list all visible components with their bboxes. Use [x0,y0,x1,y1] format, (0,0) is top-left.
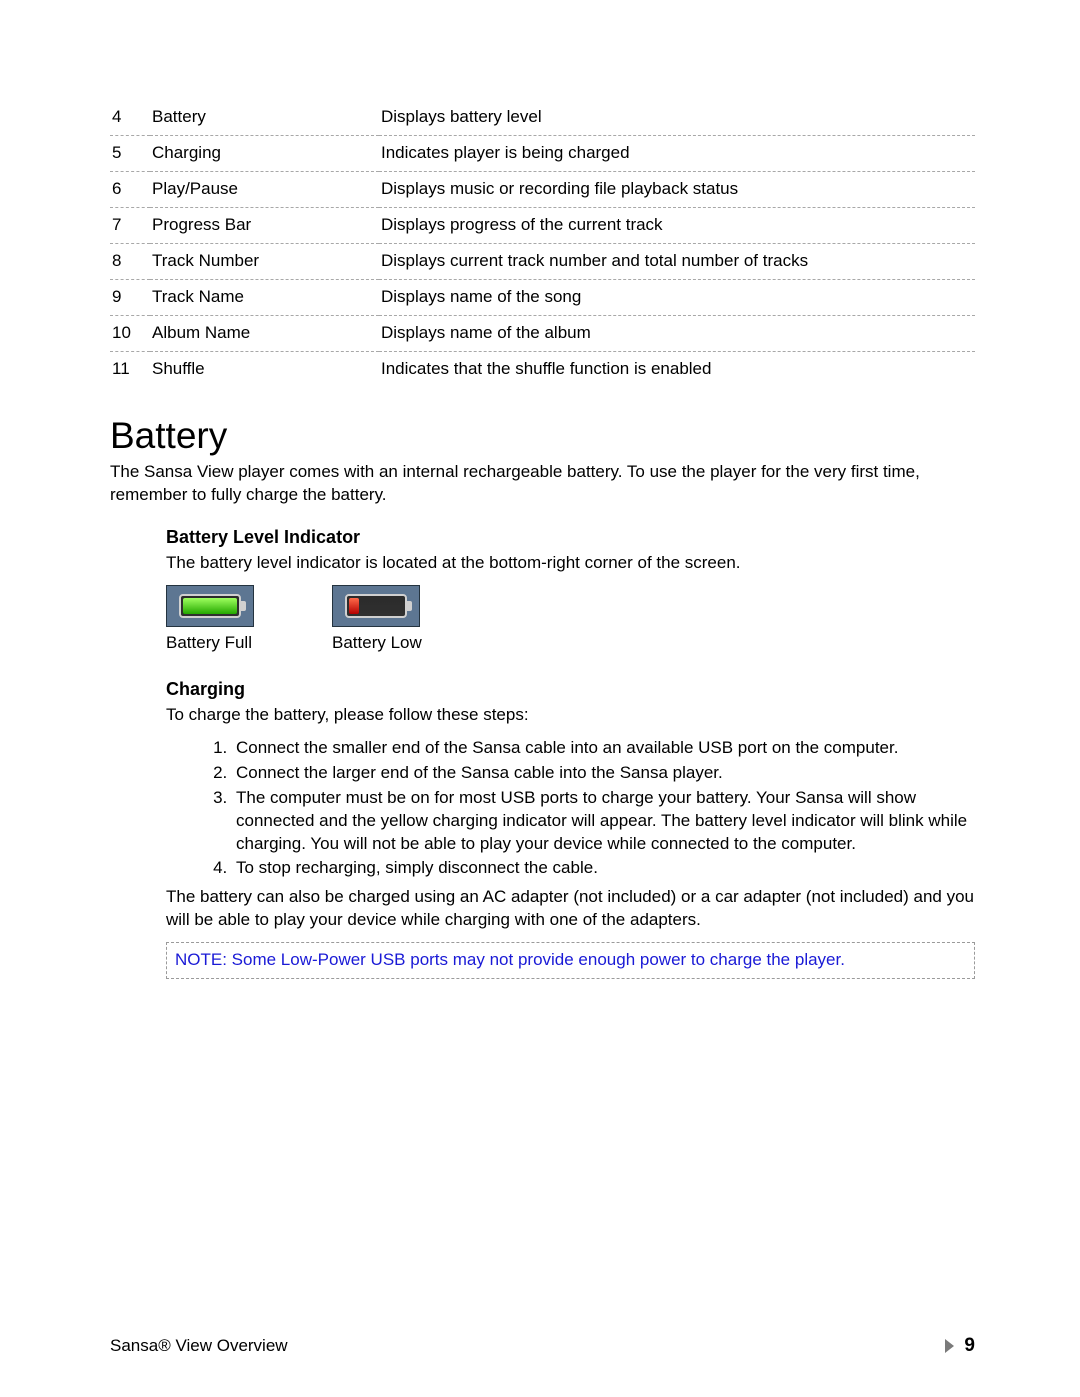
table-row: 10 Album Name Displays name of the album [110,316,975,352]
section-intro: The Sansa View player comes with an inte… [110,461,975,507]
row-name: Track Name [150,280,379,316]
list-item: To stop recharging, simply disconnect th… [232,857,975,880]
row-number: 4 [110,100,150,136]
charging-intro: To charge the battery, please follow the… [166,704,975,727]
battery-shell-icon [345,594,407,618]
row-number: 11 [110,352,150,388]
row-name: Album Name [150,316,379,352]
list-item: Connect the larger end of the Sansa cabl… [232,762,975,785]
battery-fill-full-icon [183,598,237,614]
battery-full-icon [166,585,254,627]
row-number: 7 [110,208,150,244]
features-table-body: 4 Battery Displays battery level 5 Charg… [110,100,975,387]
table-row: 8 Track Number Displays current track nu… [110,244,975,280]
row-description: Indicates that the shuffle function is e… [379,352,975,388]
battery-shell-icon [179,594,241,618]
row-number: 5 [110,136,150,172]
row-description: Displays name of the song [379,280,975,316]
row-description: Displays name of the album [379,316,975,352]
row-name: Battery [150,100,379,136]
charging-outro: The battery can also be charged using an… [166,886,975,932]
row-number: 9 [110,280,150,316]
charging-steps-list: Connect the smaller end of the Sansa cab… [166,737,975,881]
row-name: Shuffle [150,352,379,388]
page-footer: Sansa® View Overview 9 [110,1335,975,1357]
row-name: Track Number [150,244,379,280]
indicator-heading: Battery Level Indicator [166,527,975,548]
row-name: Charging [150,136,379,172]
table-row: 9 Track Name Displays name of the song [110,280,975,316]
row-name: Progress Bar [150,208,379,244]
list-item: The computer must be on for most USB por… [232,787,975,856]
battery-full-caption: Battery Full [166,633,252,653]
indicator-body: The battery level indicator is located a… [166,552,975,575]
features-table: 4 Battery Displays battery level 5 Charg… [110,100,975,387]
page-number: 9 [964,1335,975,1357]
battery-full-item: Battery Full [166,585,254,653]
table-row: 4 Battery Displays battery level [110,100,975,136]
table-row: 7 Progress Bar Displays progress of the … [110,208,975,244]
row-description: Indicates player is being charged [379,136,975,172]
battery-icons-row: Battery Full Battery Low [166,585,975,653]
note-box: NOTE: Some Low-Power USB ports may not p… [166,942,975,979]
battery-low-item: Battery Low [332,585,422,653]
table-row: 6 Play/Pause Displays music or recording… [110,172,975,208]
table-row: 5 Charging Indicates player is being cha… [110,136,975,172]
footer-left-text: Sansa® View Overview [110,1336,288,1356]
row-description: Displays current track number and total … [379,244,975,280]
battery-indicator-block: Battery Level Indicator The battery leve… [110,527,975,979]
battery-fill-low-icon [349,598,359,614]
row-number: 8 [110,244,150,280]
footer-right: 9 [945,1335,975,1357]
charging-heading: Charging [166,679,975,700]
row-description: Displays battery level [379,100,975,136]
row-number: 6 [110,172,150,208]
section-heading-battery: Battery [110,415,975,457]
table-row: 11 Shuffle Indicates that the shuffle fu… [110,352,975,388]
row-number: 10 [110,316,150,352]
row-name: Play/Pause [150,172,379,208]
arrow-right-icon [945,1339,954,1353]
battery-low-icon [332,585,420,627]
document-page: 4 Battery Displays battery level 5 Charg… [0,0,1080,1397]
battery-low-caption: Battery Low [332,633,422,653]
row-description: Displays music or recording file playbac… [379,172,975,208]
row-description: Displays progress of the current track [379,208,975,244]
list-item: Connect the smaller end of the Sansa cab… [232,737,975,760]
